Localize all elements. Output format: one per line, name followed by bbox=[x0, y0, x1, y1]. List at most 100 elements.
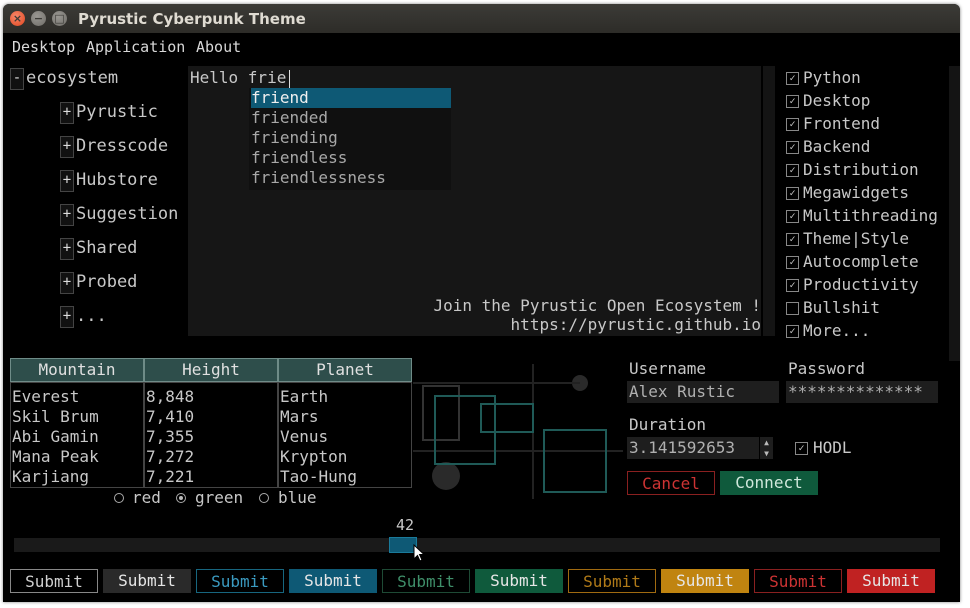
table-cell[interactable]: Mars bbox=[280, 407, 319, 426]
checkbox-theme-style[interactable]: ✓ bbox=[786, 233, 799, 246]
suggestion-item[interactable]: friendless bbox=[251, 148, 451, 168]
checkbox-label: Backend bbox=[803, 137, 871, 156]
column-header-planet[interactable]: Planet bbox=[278, 358, 412, 382]
checkbox-frontend[interactable]: ✓ bbox=[786, 118, 799, 131]
submit-button[interactable]: Submit bbox=[103, 569, 191, 593]
radio-label-blue: blue bbox=[278, 488, 317, 507]
spin-up-button[interactable]: ▲ bbox=[760, 437, 773, 448]
editor-scrollbar[interactable] bbox=[763, 66, 775, 336]
table-cell[interactable]: Skil Brum bbox=[12, 407, 99, 426]
table-cell[interactable]: 7,221 bbox=[146, 467, 194, 486]
submit-button[interactable]: Submit bbox=[754, 569, 842, 593]
username-label: Username bbox=[629, 359, 707, 378]
checkbox-more[interactable]: ✓ bbox=[786, 325, 799, 338]
submit-button[interactable]: Submit bbox=[475, 569, 563, 593]
tree-node-ecosystem[interactable]: ecosystem bbox=[26, 68, 118, 88]
radio-label-green: green bbox=[195, 488, 244, 507]
checkbox-distribution[interactable]: ✓ bbox=[786, 164, 799, 177]
table-cell[interactable]: 7,355 bbox=[146, 427, 194, 446]
submit-button[interactable]: Submit bbox=[568, 569, 656, 593]
slider-track[interactable] bbox=[14, 538, 940, 552]
mouse-pointer-icon bbox=[413, 544, 426, 562]
table-cell[interactable]: Abi Gamin bbox=[12, 427, 99, 446]
minimize-window-button[interactable]: − bbox=[31, 11, 46, 26]
column-header-mountain[interactable]: Mountain bbox=[10, 358, 144, 382]
title-bar: × − □ Pyrustic Cyberpunk Theme bbox=[3, 4, 960, 33]
submit-button[interactable]: Submit bbox=[847, 569, 935, 593]
menu-application[interactable]: Application bbox=[86, 38, 185, 56]
table-cell[interactable]: 7,272 bbox=[146, 447, 194, 466]
checkbox-autocomplete[interactable]: ✓ bbox=[786, 256, 799, 269]
tree-toggle-more[interactable]: + bbox=[60, 306, 74, 328]
radio-green[interactable] bbox=[176, 493, 186, 503]
app-window: × − □ Pyrustic Cyberpunk Theme Desktop A… bbox=[3, 4, 960, 602]
submit-button[interactable]: Submit bbox=[10, 569, 98, 593]
tree-node-shared[interactable]: Shared bbox=[76, 238, 137, 258]
table-cell[interactable]: Tao-Hung bbox=[280, 467, 357, 486]
submit-button[interactable]: Submit bbox=[196, 569, 284, 593]
tree-toggle-ecosystem[interactable]: - bbox=[10, 68, 24, 90]
submit-button[interactable]: Submit bbox=[661, 569, 749, 593]
editor-text: Hello frie bbox=[190, 68, 287, 87]
text-cursor bbox=[289, 70, 290, 88]
table-cell[interactable]: 8,848 bbox=[146, 387, 194, 406]
column-header-height[interactable]: Height bbox=[144, 358, 278, 382]
tree-node-more[interactable]: ... bbox=[76, 306, 107, 326]
close-window-button[interactable]: × bbox=[10, 11, 25, 26]
password-input[interactable]: ************** bbox=[786, 381, 938, 403]
table-cell[interactable]: Everest bbox=[12, 387, 79, 406]
table-cell[interactable]: 7,410 bbox=[146, 407, 194, 426]
table-cell[interactable]: Mana Peak bbox=[12, 447, 99, 466]
radio-red[interactable] bbox=[114, 493, 124, 503]
submit-button[interactable]: Submit bbox=[289, 569, 377, 593]
checklist-scrollbar[interactable] bbox=[949, 66, 960, 361]
menu-desktop[interactable]: Desktop bbox=[12, 38, 75, 56]
checkbox-backend[interactable]: ✓ bbox=[786, 141, 799, 154]
tree-node-probed[interactable]: Probed bbox=[76, 272, 137, 292]
radio-label-red: red bbox=[132, 488, 161, 507]
editor-footer-line1: Join the Pyrustic Open Ecosystem ! bbox=[433, 296, 761, 315]
table-cell[interactable]: Krypton bbox=[280, 447, 347, 466]
tree-node-hubstore[interactable]: Hubstore bbox=[76, 170, 158, 190]
suggestion-item[interactable]: friended bbox=[251, 108, 451, 128]
suggestion-item[interactable]: friendlessness bbox=[251, 168, 451, 188]
suggestion-item[interactable]: friending bbox=[251, 128, 451, 148]
checkbox-label: More... bbox=[803, 321, 871, 340]
submit-button[interactable]: Submit bbox=[382, 569, 470, 593]
menu-bar: Desktop Application About bbox=[3, 33, 960, 63]
checkbox-bullshit[interactable] bbox=[786, 302, 799, 315]
maximize-window-button[interactable]: □ bbox=[52, 11, 67, 26]
tree-node-suggestion[interactable]: Suggestion bbox=[76, 204, 178, 224]
tree-toggle-suggestion[interactable]: + bbox=[60, 204, 74, 226]
window-title: Pyrustic Cyberpunk Theme bbox=[78, 10, 306, 28]
checkbox-megawidgets[interactable]: ✓ bbox=[786, 187, 799, 200]
checkbox-python[interactable]: ✓ bbox=[786, 72, 799, 85]
duration-spinbox[interactable]: 3.141592653 bbox=[627, 437, 759, 459]
table-cell[interactable]: Venus bbox=[280, 427, 328, 446]
table-cell[interactable]: Karjiang bbox=[12, 467, 89, 486]
hodl-checkbox[interactable]: ✓ bbox=[795, 442, 808, 455]
menu-about[interactable]: About bbox=[196, 38, 241, 56]
suggestion-item[interactable]: friend bbox=[251, 88, 451, 108]
checkbox-productivity[interactable]: ✓ bbox=[786, 279, 799, 292]
checkbox-label: Megawidgets bbox=[803, 183, 909, 202]
decorative-squares-art bbox=[413, 364, 623, 499]
tree-toggle-probed[interactable]: + bbox=[60, 272, 74, 294]
cancel-button[interactable]: Cancel bbox=[627, 471, 715, 495]
username-input[interactable]: Alex Rustic bbox=[627, 381, 779, 403]
checkbox-multithreading[interactable]: ✓ bbox=[786, 210, 799, 223]
autocomplete-popup: friend friended friending friendless fri… bbox=[249, 88, 451, 190]
radio-blue[interactable] bbox=[259, 493, 269, 503]
tree-node-pyrustic[interactable]: Pyrustic bbox=[76, 102, 158, 122]
tree-toggle-dresscode[interactable]: + bbox=[60, 136, 74, 158]
connect-button[interactable]: Connect bbox=[720, 471, 818, 495]
tree-toggle-shared[interactable]: + bbox=[60, 238, 74, 260]
tree-node-dresscode[interactable]: Dresscode bbox=[76, 136, 168, 156]
checkbox-label: Theme|Style bbox=[803, 229, 909, 248]
spin-down-button[interactable]: ▼ bbox=[760, 448, 773, 459]
tree-toggle-hubstore[interactable]: + bbox=[60, 170, 74, 192]
checkbox-desktop[interactable]: ✓ bbox=[786, 95, 799, 108]
tree-toggle-pyrustic[interactable]: + bbox=[60, 102, 74, 124]
hodl-label: HODL bbox=[813, 438, 852, 457]
table-cell[interactable]: Earth bbox=[280, 387, 328, 406]
